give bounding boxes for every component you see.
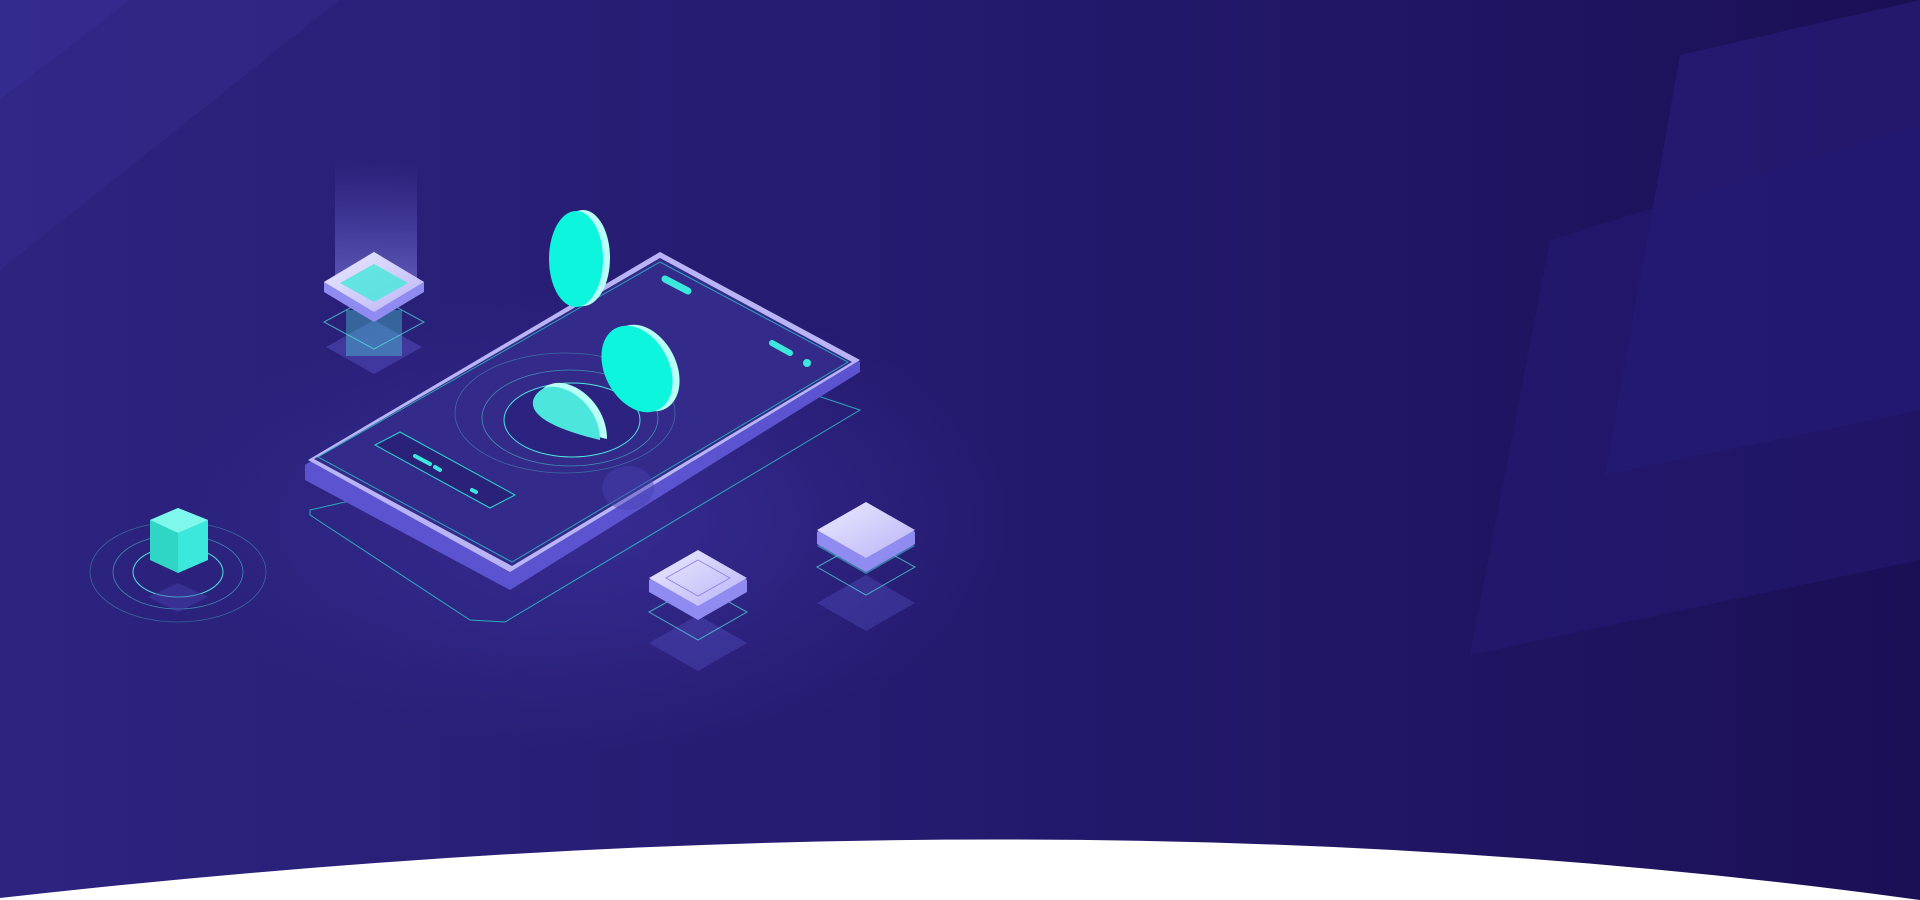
coin-icon (549, 210, 610, 307)
coin-reflection (602, 466, 654, 510)
hero-banner (0, 0, 1920, 900)
hero-illustration (0, 0, 1920, 900)
